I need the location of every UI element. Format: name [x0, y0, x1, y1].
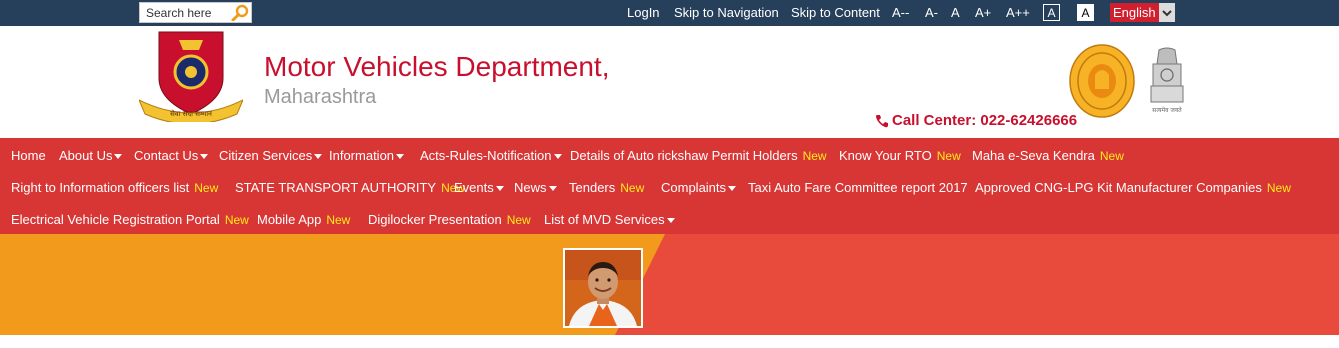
nav-mobile-app[interactable]: Mobile App New	[257, 212, 350, 227]
call-center-number: Call Center: 022-62426666	[892, 112, 1078, 129]
caret-down-icon	[314, 154, 323, 160]
language-selected-value: English	[1113, 5, 1156, 20]
logo-motto: सेवा सदा सम्मान	[170, 109, 212, 118]
mmvd-logo[interactable]: सेवा सदा सम्मान	[139, 30, 243, 122]
new-badge: New	[936, 149, 961, 163]
phone-icon	[876, 114, 888, 127]
new-badge: New	[1266, 181, 1291, 195]
site-header: सेवा सदा सम्मान Motor Vehicles Departmen…	[0, 26, 1339, 138]
nav-know-your-rto[interactable]: Know Your RTO New	[839, 148, 961, 163]
chief-minister-portrait[interactable]	[563, 248, 643, 328]
nav-home[interactable]: Home	[11, 148, 46, 163]
normal-contrast-button[interactable]: A	[1077, 4, 1094, 21]
nav-list-of-mvd-services[interactable]: List of MVD Services	[544, 212, 675, 227]
nav-tenders[interactable]: Tenders New	[569, 180, 644, 195]
new-badge: New	[506, 213, 531, 227]
font-size-largest-button[interactable]: A++	[1006, 5, 1030, 20]
search-button[interactable]	[230, 4, 250, 21]
new-badge: New	[620, 181, 645, 195]
skip-to-navigation-link[interactable]: Skip to Navigation	[674, 5, 779, 20]
new-badge: New	[1099, 149, 1124, 163]
caret-down-icon	[666, 218, 675, 224]
login-link[interactable]: LogIn	[627, 5, 660, 20]
national-emblem-icon: सत्यमेव जयते	[1150, 47, 1184, 114]
nav-digilocker-presentation[interactable]: Digilocker Presentation New	[368, 212, 531, 227]
emblem-caption: सत्यमेव जयते	[1152, 106, 1182, 114]
page-title: Motor Vehicles Department,	[264, 51, 610, 82]
page-subtitle: Maharashtra	[264, 86, 377, 108]
search-box	[139, 2, 252, 23]
nav-maha-e-seva-kendra[interactable]: Maha e-Seva Kendra New	[972, 148, 1124, 163]
caret-down-icon	[396, 154, 405, 160]
nav-taxi-auto-fare-report[interactable]: Taxi Auto Fare Committee report 2017	[748, 180, 968, 195]
portrait-image	[565, 250, 641, 326]
hero-banner	[0, 234, 1339, 335]
nav-rti-officers[interactable]: Right to Information officers list New	[11, 180, 218, 195]
nav-state-transport-authority[interactable]: STATE TRANSPORT AUTHORITY New	[235, 180, 465, 195]
search-input[interactable]	[140, 3, 230, 22]
nav-citizen-services[interactable]: Citizen Services	[219, 148, 323, 163]
new-badge: New	[802, 149, 827, 163]
font-size-smallest-button[interactable]: A--	[892, 5, 909, 20]
caret-down-icon	[553, 154, 562, 160]
high-contrast-button[interactable]: A	[1043, 4, 1060, 21]
nav-cng-lpg-kit-manufacturers[interactable]: Approved CNG-LPG Kit Manufacturer Compan…	[975, 180, 1291, 195]
nav-acts-rules-notification[interactable]: Acts-Rules-Notification	[420, 148, 562, 163]
nav-about-us[interactable]: About Us	[59, 148, 123, 163]
font-size-larger-button[interactable]: A+	[975, 5, 991, 20]
skip-to-content-link[interactable]: Skip to Content	[791, 5, 880, 20]
call-center: Call Center: 022-62426666	[875, 112, 1077, 129]
caret-down-icon	[200, 154, 209, 160]
nav-information[interactable]: Information	[329, 148, 405, 163]
language-select[interactable]: English	[1110, 3, 1175, 22]
new-badge: New	[326, 213, 351, 227]
top-utility-bar: LogIn Skip to Navigation Skip to Content…	[0, 0, 1339, 26]
font-size-smaller-button[interactable]: A-	[925, 5, 938, 20]
search-icon	[231, 4, 249, 21]
chevron-down-icon	[1159, 3, 1175, 22]
new-badge: New	[224, 213, 249, 227]
caret-down-icon	[495, 186, 504, 192]
main-navigation: Home About Us Contact Us Citizen Service…	[0, 138, 1339, 234]
font-size-normal-button[interactable]: A	[951, 5, 960, 20]
nav-complaints[interactable]: Complaints	[661, 180, 737, 195]
nav-contact-us[interactable]: Contact Us	[134, 148, 209, 163]
maharashtra-emblem-icon	[1069, 44, 1135, 118]
nav-ev-registration-portal[interactable]: Electrical Vehicle Registration Portal Ne…	[11, 212, 249, 227]
caret-down-icon	[548, 186, 557, 192]
nav-news[interactable]: News	[514, 180, 557, 195]
caret-down-icon	[114, 154, 123, 160]
caret-down-icon	[728, 186, 737, 192]
nav-auto-rickshaw-permit[interactable]: Details of Auto rickshaw Permit Holders N…	[570, 148, 827, 163]
nav-events[interactable]: Events	[454, 180, 504, 195]
new-badge: New	[194, 181, 219, 195]
